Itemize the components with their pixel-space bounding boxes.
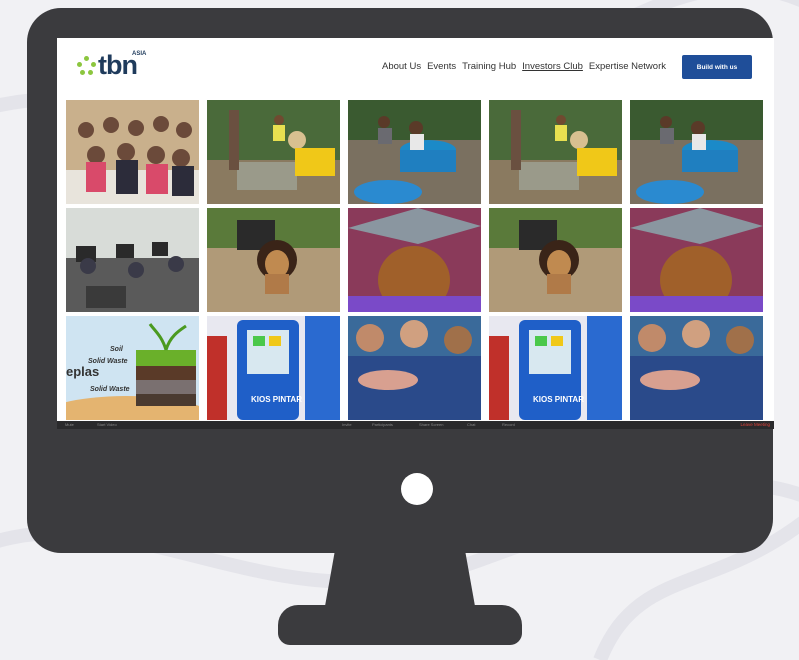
gallery-photo-kiosk[interactable]: KIOS PINTAR: [489, 316, 622, 420]
gallery-photo-lion[interactable]: [489, 208, 622, 312]
share-screen-button[interactable]: Share Screen: [419, 422, 443, 427]
participants-button[interactable]: Participants: [372, 422, 393, 427]
gallery-photo-water-barrel[interactable]: [630, 100, 763, 204]
solid-waste-label: Solid Waste: [90, 386, 130, 393]
main-menu: About Us Events Training Hub Investors C…: [382, 61, 666, 72]
nav-investors-club[interactable]: Investors Club: [522, 61, 583, 72]
gallery-photo-team-hands[interactable]: [348, 316, 481, 420]
eplas-label: eplas: [66, 364, 100, 379]
nav-expertise-network[interactable]: Expertise Network: [589, 61, 666, 72]
gallery-photo-team-hands[interactable]: [630, 316, 763, 420]
photo-gallery: Soil Solid Waste eplas Solid Waste KIOS …: [66, 100, 766, 420]
logo-superscript: ASIA: [132, 51, 147, 57]
website-screen: tbn ASIA About Us Events Training Hub In…: [57, 38, 774, 427]
gallery-photo-soil-plant[interactable]: Soil Solid Waste eplas Solid Waste: [66, 316, 199, 420]
kios-pintar-label: KIOS PINTAR: [533, 395, 584, 404]
gallery-photo-group[interactable]: [66, 100, 199, 204]
build-with-us-button[interactable]: Build with us: [682, 55, 752, 79]
soil-label: Soil: [110, 346, 123, 353]
power-button-icon: [401, 473, 433, 505]
start-video-button[interactable]: Start Video: [97, 422, 117, 427]
monitor-stand-base: [278, 605, 522, 645]
invite-button[interactable]: Invite: [342, 422, 352, 427]
mute-button[interactable]: Mute: [65, 422, 74, 427]
logo-dots-icon: [77, 56, 97, 78]
kios-pintar-label: KIOS PINTAR: [251, 395, 302, 404]
gallery-photo-computer-lab[interactable]: [66, 208, 199, 312]
gallery-photo-lion[interactable]: [207, 208, 340, 312]
gallery-photo-kiosk[interactable]: KIOS PINTAR: [207, 316, 340, 420]
gallery-photo-gardening[interactable]: [207, 100, 340, 204]
nav-training-hub[interactable]: Training Hub: [462, 61, 516, 72]
tbn-logo[interactable]: tbn ASIA: [77, 50, 157, 82]
nav-events[interactable]: Events: [427, 61, 456, 72]
gallery-photo-water-barrel[interactable]: [348, 100, 481, 204]
gallery-photo-graduate[interactable]: [348, 208, 481, 312]
gallery-photo-gardening[interactable]: [489, 100, 622, 204]
chat-button[interactable]: Chat: [467, 422, 475, 427]
gallery-photo-graduate[interactable]: [630, 208, 763, 312]
site-header: tbn ASIA About Us Events Training Hub In…: [57, 38, 774, 98]
leave-meeting-button[interactable]: Leave Meeting: [740, 422, 770, 427]
record-button[interactable]: Record: [502, 422, 515, 427]
nav-about-us[interactable]: About Us: [382, 61, 421, 72]
meeting-toolbar: Mute Start Video Invite Participants Sha…: [57, 421, 774, 429]
